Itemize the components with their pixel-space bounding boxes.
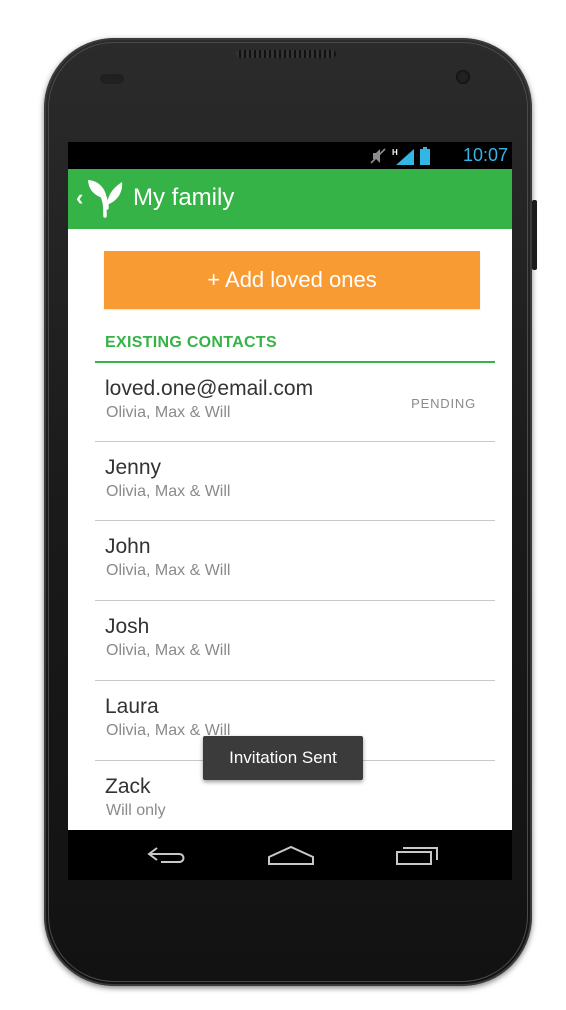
mute-icon — [370, 147, 386, 170]
contact-row[interactable]: Jenny Olivia, Max & Will — [95, 442, 495, 521]
add-loved-ones-button[interactable]: + Add loved ones — [104, 251, 480, 309]
contact-row[interactable]: John Olivia, Max & Will — [95, 521, 495, 601]
front-camera — [456, 70, 470, 84]
contact-row[interactable]: Josh Olivia, Max & Will — [95, 601, 495, 681]
navigation-bar — [68, 830, 512, 880]
proximity-sensor — [100, 74, 124, 84]
contact-detail: Olivia, Max & Will — [106, 404, 231, 421]
contact-name: Josh — [105, 615, 150, 638]
page-title: My family — [133, 184, 235, 211]
recent-apps-icon[interactable] — [393, 840, 443, 870]
contact-name: John — [105, 535, 151, 558]
contact-name: Jenny — [105, 456, 162, 479]
status-badge: PENDING — [411, 396, 476, 411]
back-icon[interactable] — [143, 840, 193, 870]
signal-h-icon: H — [392, 147, 414, 170]
toast-message: Invitation Sent — [203, 736, 363, 780]
section-header: EXISTING CONTACTS — [105, 334, 277, 351]
screen: H 10:07 ‹ My family + Add loved ones EXI… — [68, 142, 512, 880]
action-bar: ‹ My family — [68, 169, 512, 229]
status-bar: H 10:07 — [68, 142, 512, 169]
contact-detail: Olivia, Max & Will — [106, 562, 231, 579]
contact-detail: Olivia, Max & Will — [106, 642, 231, 659]
home-icon[interactable] — [266, 840, 316, 870]
status-icons: H — [370, 147, 430, 170]
contact-row[interactable]: loved.one@email.com Olivia, Max & Will P… — [95, 363, 495, 442]
contact-name: loved.one@email.com — [105, 377, 314, 400]
contact-name: Laura — [105, 695, 159, 718]
battery-icon — [420, 147, 430, 170]
power-button — [532, 200, 537, 270]
earpiece-speaker — [236, 50, 336, 58]
app-logo-icon[interactable] — [87, 178, 126, 218]
status-time: 10:07 — [462, 145, 508, 165]
contact-detail: Olivia, Max & Will — [106, 483, 231, 500]
svg-text:H: H — [392, 148, 398, 157]
back-chevron-icon[interactable]: ‹ — [76, 185, 83, 211]
contact-name: Zack — [105, 775, 151, 798]
contact-detail: Will only — [106, 802, 166, 819]
